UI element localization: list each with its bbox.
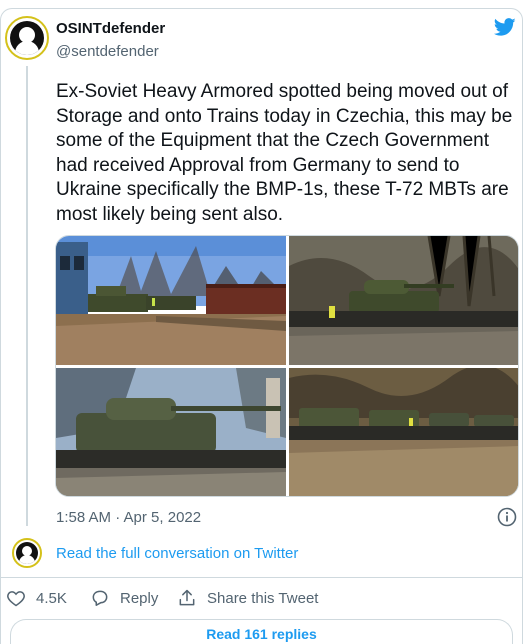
reply-button[interactable]: Reply [90,588,158,608]
author-name[interactable]: OSINTdefender [56,20,165,37]
tweet-timestamp[interactable]: 1:58 AM · Apr 5, 2022 [56,509,201,526]
tweet-photo-1[interactable] [56,236,286,365]
tweet-photo-2[interactable] [289,236,519,365]
author-handle[interactable]: @sentdefender [56,43,159,60]
heart-icon [7,591,25,607]
media-grid [55,235,519,497]
thread-line [26,66,28,526]
share-label: Share this Tweet [207,589,319,607]
share-button[interactable]: Share this Tweet [177,588,318,608]
reply-label: Reply [120,589,159,607]
like-button[interactable]: 4.5K [6,588,67,608]
read-replies-button[interactable]: Read 161 replies [10,619,513,644]
author-avatar[interactable] [5,16,49,60]
action-bar: 4.5K Reply Share this Tweet [0,588,523,610]
divider [0,577,523,578]
twitter-bird-icon[interactable] [493,16,517,38]
info-icon[interactable] [497,507,517,527]
tweet-photo-3[interactable] [56,368,286,497]
tweet-text: Ex-Soviet Heavy Armored spotted being mo… [56,81,513,225]
likes-count: 4.5K [36,589,67,607]
conversation-avatar [12,538,42,568]
share-icon [179,589,195,606]
read-conversation-link[interactable]: Read the full conversation on Twitter [56,545,298,562]
reply-icon [92,590,108,606]
tweet-photo-4[interactable] [289,368,519,497]
